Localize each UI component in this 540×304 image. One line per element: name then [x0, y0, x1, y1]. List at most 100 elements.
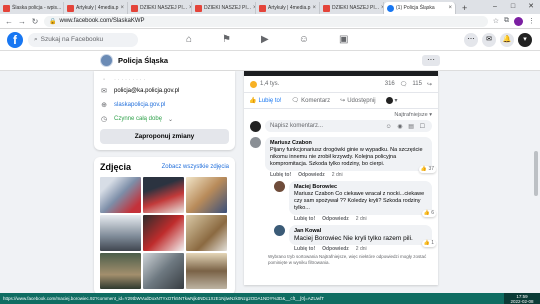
- pages-icon[interactable]: ⚑: [222, 34, 231, 45]
- comment-button[interactable]: 🗨 Komentarz: [292, 97, 331, 105]
- profile-avatar[interactable]: [514, 16, 523, 26]
- photo-thumbnail[interactable]: [100, 215, 141, 251]
- post-as-selector[interactable]: ▾: [385, 97, 398, 104]
- share-icon: ↪: [340, 98, 346, 104]
- watch-icon[interactable]: ▶: [261, 34, 269, 45]
- comment-time[interactable]: 2 dni: [356, 246, 367, 252]
- post-actions: 👍 Lubię to! 🗨 Komentarz ↪ Udostępnij ▾: [244, 93, 438, 109]
- menu-grid-icon[interactable]: ⋯: [464, 32, 478, 47]
- search-input[interactable]: ⌕ Szukaj na Facebooku: [28, 32, 138, 47]
- browser-tab[interactable]: Artykuły | 4media.p ×: [64, 2, 128, 14]
- photo-thumbnail[interactable]: [143, 215, 184, 251]
- scrollbar-thumb[interactable]: [534, 151, 538, 196]
- browser-tab[interactable]: Artykuły | 4media.p ×: [256, 2, 320, 14]
- avatar: [250, 120, 261, 132]
- browser-tab-active[interactable]: (1) Policja Śląska ×: [384, 2, 456, 14]
- page-logo[interactable]: [100, 54, 113, 67]
- browser-tab[interactable]: Ślaska policja - wpis...×: [0, 2, 64, 14]
- emoji-camera-gif-icons[interactable]: ☺ ◉ ▤ ☐: [386, 123, 427, 130]
- reload-icon[interactable]: ↻: [31, 17, 39, 26]
- avatar[interactable]: [250, 137, 261, 148]
- comment-likes[interactable]: 👍 1: [421, 240, 436, 247]
- forward-icon[interactable]: →: [18, 17, 26, 26]
- gaming-icon[interactable]: ▣: [339, 34, 348, 45]
- globe-icon: ⊕: [101, 102, 107, 109]
- new-tab-button[interactable]: +: [456, 2, 473, 14]
- more-options-button[interactable]: ···: [422, 55, 440, 66]
- page-scrollbar[interactable]: [534, 71, 538, 281]
- reply-comment: Jan Kowal Maciej Borowiec Nie kryli tylk…: [244, 222, 438, 252]
- notifications-icon[interactable]: 🔔: [500, 32, 514, 47]
- chevron-down-icon: ⌄: [168, 116, 174, 123]
- reactions-bar[interactable]: 1,4 tys. 316 🗨 115 ↪: [244, 76, 438, 93]
- comment-author[interactable]: Jan Kowal: [294, 228, 427, 235]
- shares-count[interactable]: 115: [412, 81, 422, 88]
- avatar[interactable]: [274, 225, 285, 236]
- comments-count[interactable]: 316: [385, 81, 395, 88]
- like-icon: 👍: [423, 210, 430, 216]
- photo-thumbnail[interactable]: [143, 177, 184, 213]
- comment-input[interactable]: Napisz komentarz... ☺ ◉ ▤ ☐: [265, 120, 432, 132]
- facebook-favicon-icon: [387, 4, 394, 12]
- favicon-icon: [323, 4, 330, 12]
- photo-thumbnail[interactable]: [186, 253, 227, 289]
- back-icon[interactable]: ←: [5, 17, 13, 26]
- search-icon: ⌕: [34, 35, 38, 43]
- like-button[interactable]: 👍 Lubię to!: [249, 97, 282, 105]
- browser-tab-strip: Ślaska policja - wpis...× Artykuły | 4me…: [0, 0, 540, 14]
- account-avatar[interactable]: ▾: [518, 32, 532, 47]
- window-controls: – □ ✕: [486, 0, 540, 14]
- lock-icon: 🔒: [49, 18, 57, 25]
- close-icon[interactable]: ×: [312, 5, 316, 11]
- facebook-logo-icon[interactable]: f: [7, 31, 23, 48]
- like-icon: 👍: [420, 166, 428, 172]
- favicon-icon: [131, 4, 138, 12]
- comment-author[interactable]: Maciej Borowiec: [294, 184, 427, 191]
- like-icon: 👍: [423, 240, 430, 246]
- avatar[interactable]: [274, 181, 285, 192]
- browser-tab[interactable]: DZIEKI NASZEJ PI...×: [128, 2, 192, 14]
- chevron-down-icon: ▾: [394, 98, 398, 104]
- page-title[interactable]: Policja Śląska: [118, 56, 168, 65]
- post-card: 1,4 tys. 316 🗨 115 ↪ 👍 Lubię to! 🗨 Komenta…: [244, 71, 438, 285]
- comment-like-link[interactable]: Lubię to!: [294, 246, 315, 252]
- email-row[interactable]: ✉ policja@ka.policja.gov.pl: [100, 84, 229, 98]
- photo-thumbnail[interactable]: [186, 215, 227, 251]
- photo-thumbnail[interactable]: [100, 177, 141, 213]
- messenger-icon[interactable]: ✉: [482, 32, 496, 47]
- system-clock: 17:59 2022-02-08: [504, 293, 540, 304]
- see-all-photos-link[interactable]: Zobacz wszystkie zdjęcia: [162, 164, 229, 170]
- comment-text: Maciej Borowiec Nie kryli tylko razem pi…: [294, 235, 413, 242]
- browser-tab[interactable]: DZIEKI NASZEJ PI...×: [192, 2, 256, 14]
- hours-row[interactable]: ◷ Czynne całą dobę ⌄: [100, 112, 229, 126]
- groups-icon[interactable]: ☺: [299, 34, 309, 45]
- share-arrow-icon: ↪: [426, 81, 432, 88]
- close-window-icon[interactable]: ✕: [522, 0, 540, 14]
- url-field[interactable]: 🔒 www.facebook.com/SlaskaKWP: [44, 15, 488, 27]
- star-icon[interactable]: ☆: [493, 17, 499, 25]
- photo-thumbnail[interactable]: [186, 177, 227, 213]
- menu-icon[interactable]: ⋮: [528, 17, 535, 25]
- share-button[interactable]: ↪ Udostępnij: [340, 97, 375, 105]
- sort-dropdown[interactable]: Najtrafniejsze ▾: [244, 109, 438, 118]
- photo-thumbnail[interactable]: [143, 253, 184, 289]
- comment-likes[interactable]: 👍 6: [421, 210, 436, 217]
- suggest-changes-button[interactable]: Zaproponuj zmiany: [100, 129, 229, 144]
- page-header: Policja Śląska ···: [0, 51, 540, 71]
- facebook-top-bar: f ⌕ Szukaj na Facebooku ⌂ ⚑ ▶ ☺ ▣ ⋯ ✉ 🔔 …: [0, 29, 540, 51]
- photo-thumbnail[interactable]: [100, 253, 141, 289]
- close-icon[interactable]: ×: [120, 5, 124, 11]
- minimize-icon[interactable]: –: [486, 0, 504, 14]
- home-icon[interactable]: ⌂: [186, 34, 192, 45]
- partial-icon: ·: [102, 76, 106, 83]
- comment-author[interactable]: Mariusz Czabon: [270, 140, 427, 147]
- website-row[interactable]: ⊕ slaskapolicja.gov.pl: [100, 98, 229, 112]
- extensions-icon[interactable]: ⧉: [504, 17, 509, 25]
- comment-reply-link[interactable]: Odpowiedz: [322, 246, 349, 252]
- comment-likes[interactable]: 👍 37: [418, 166, 436, 173]
- browser-tab[interactable]: DZIEKI NASZEJ PI...×: [320, 2, 384, 14]
- close-icon[interactable]: ×: [448, 5, 452, 11]
- clock-icon: ◷: [100, 116, 108, 123]
- maximize-icon[interactable]: □: [504, 0, 522, 14]
- intro-card: · · · · · · · · · · ✉ policja@ka.policja.g…: [94, 71, 235, 150]
